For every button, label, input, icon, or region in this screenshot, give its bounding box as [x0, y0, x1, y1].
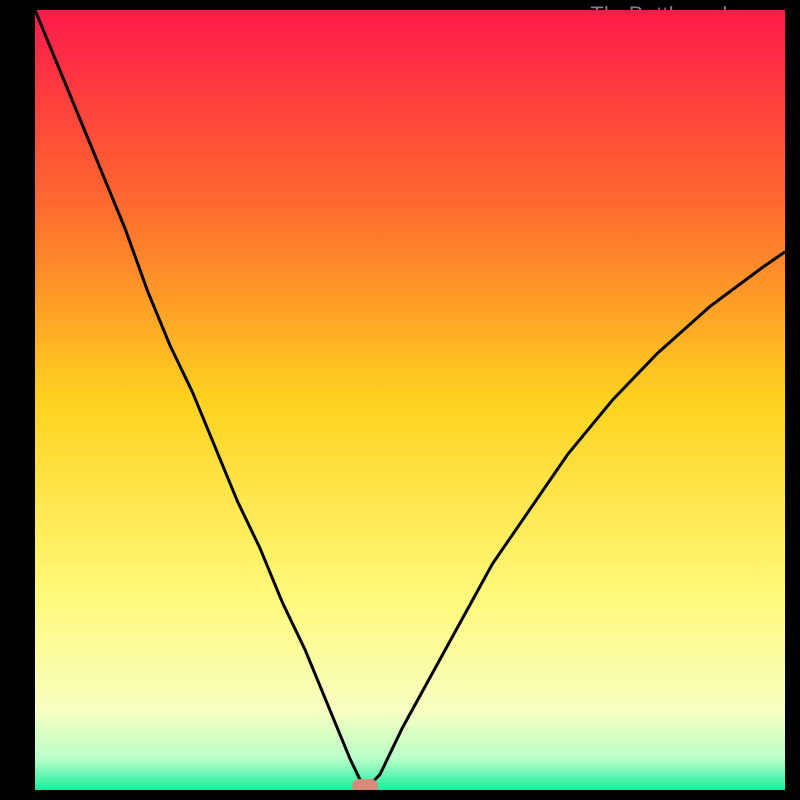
- chart-frame: TheBottleneck.com: [0, 0, 800, 800]
- bottleneck-chart: [35, 10, 785, 790]
- optimal-point-marker: [352, 779, 378, 790]
- plot-area: [35, 10, 785, 790]
- gradient-background: [35, 10, 785, 790]
